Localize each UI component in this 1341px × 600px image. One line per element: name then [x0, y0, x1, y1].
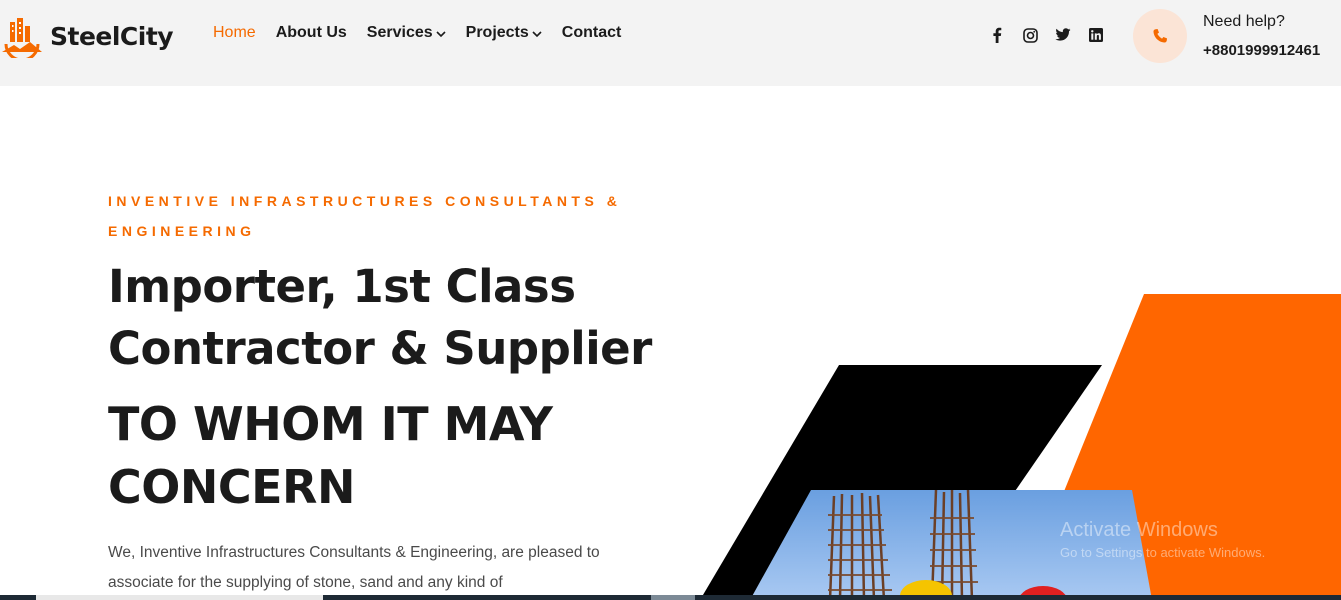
nav-item-label: Projects [465, 24, 529, 41]
instagram-icon[interactable] [1019, 24, 1041, 46]
windows-activation-title: Activate Windows [1060, 519, 1218, 541]
chevron-down-icon [532, 30, 542, 37]
hero-body-text: We, Inventive Infrastructures Consultant… [108, 544, 600, 591]
taskbar [0, 595, 1341, 600]
hero-subtitle: TO WHOM IT MAY CONCERN [108, 393, 668, 519]
nav-item-home[interactable]: Home [213, 24, 256, 42]
main-nav: Home About Us Services Projects Contact [213, 24, 641, 42]
social-links [986, 24, 1118, 46]
taskbar-window-indicator[interactable] [36, 595, 323, 600]
nav-item-label: About Us [275, 24, 347, 41]
facebook-icon[interactable] [986, 24, 1008, 46]
hero-title-line: Contractor & Supplier [108, 322, 652, 375]
taskbar-window-indicator[interactable] [651, 595, 695, 600]
hero-subtitle-line: TO WHOM IT MAY [108, 397, 553, 451]
nav-item-label: Home [213, 24, 256, 41]
hero-title: Importer, 1st Class Contractor & Supplie… [108, 256, 668, 380]
nav-item-about[interactable]: About Us [276, 24, 347, 42]
nav-item-services[interactable]: Services [367, 24, 446, 42]
brand-logo[interactable]: SteelCity [0, 14, 174, 58]
linkedin-icon[interactable] [1085, 24, 1107, 46]
help-phone-number[interactable]: +8801999912461 [1203, 42, 1320, 59]
brand-name: SteelCity [50, 21, 174, 51]
hero-eyebrow: INVENTIVE INFRASTRUCTURES CONSULTANTS & … [108, 193, 622, 239]
steel-building-logo-icon [2, 18, 42, 58]
nav-item-contact[interactable]: Contact [562, 24, 622, 42]
nav-item-projects[interactable]: Projects [466, 24, 542, 42]
help-label: Need help? [1203, 13, 1285, 30]
chevron-down-icon [436, 30, 446, 37]
windows-activation-subtitle: Go to Settings to activate Windows. [1060, 545, 1266, 560]
phone-icon [1153, 29, 1167, 43]
nav-item-label: Services [366, 24, 433, 41]
hero-title-line: Importer, 1st Class [108, 260, 576, 313]
site-header: SteelCity Home About Us Services Project… [0, 0, 1341, 86]
hero-subtitle-line: CONCERN [108, 460, 355, 514]
call-button[interactable] [1133, 9, 1187, 63]
nav-item-label: Contact [561, 24, 622, 41]
twitter-icon[interactable] [1052, 24, 1074, 46]
